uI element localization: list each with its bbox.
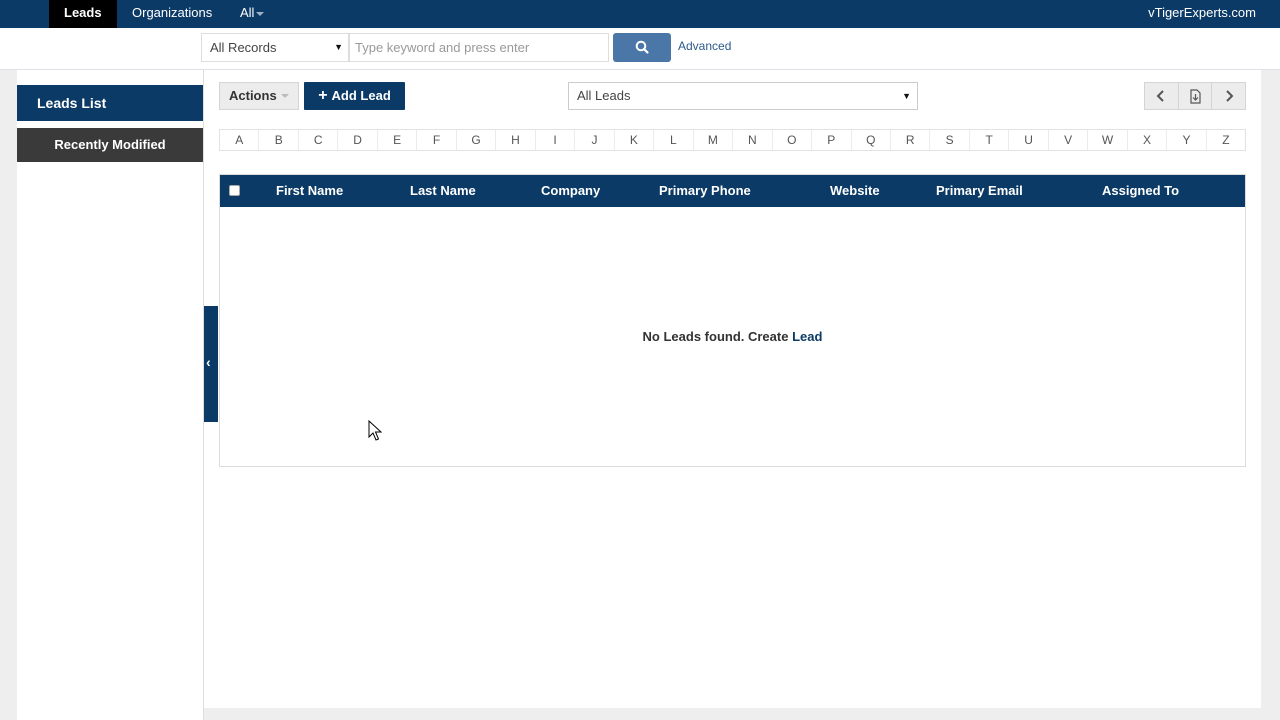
alphabet-letter-v[interactable]: V (1049, 130, 1089, 150)
actions-button[interactable]: Actions (219, 82, 299, 110)
records-select-value: All Records (210, 40, 277, 55)
alphabet-letter-b[interactable]: B (259, 130, 299, 150)
alphabet-letter-m[interactable]: M (694, 130, 734, 150)
alphabet-letter-p[interactable]: P (812, 130, 852, 150)
tab-all[interactable]: All (225, 0, 279, 28)
alphabet-letter-c[interactable]: C (299, 130, 339, 150)
empty-state-message: No Leads found. Create Lead (220, 329, 1245, 344)
search-icon (635, 40, 649, 54)
column-header-assigned-to[interactable]: Assigned To (1102, 175, 1179, 207)
dropdown-arrow-icon: ▼ (334, 42, 343, 52)
alphabet-letter-i[interactable]: I (536, 130, 576, 150)
pagination (1144, 82, 1246, 110)
alphabet-letter-d[interactable]: D (338, 130, 378, 150)
alphabet-letter-h[interactable]: H (496, 130, 536, 150)
dropdown-arrow-icon: ▼ (902, 91, 911, 101)
alphabet-letter-l[interactable]: L (654, 130, 694, 150)
alphabet-letter-x[interactable]: X (1128, 130, 1168, 150)
sidebar-item-recently-modified[interactable]: Recently Modified (17, 128, 203, 162)
search-input[interactable] (349, 33, 609, 62)
alphabet-letter-o[interactable]: O (773, 130, 813, 150)
column-header-last-name[interactable]: Last Name (410, 175, 476, 207)
alphabet-letter-j[interactable]: J (575, 130, 615, 150)
tab-organizations[interactable]: Organizations (117, 0, 227, 28)
column-header-first-name[interactable]: First Name (276, 175, 343, 207)
advanced-search-link[interactable]: Advanced (678, 39, 731, 53)
chevron-down-icon (256, 11, 265, 16)
page-body: Leads List Recently Modified Actions + Ad… (0, 70, 1280, 720)
alphabet-letter-u[interactable]: U (1009, 130, 1049, 150)
alphabet-letter-a[interactable]: A (220, 130, 260, 150)
alphabet-letter-s[interactable]: S (930, 130, 970, 150)
collapse-sidebar-button[interactable]: ‹ (204, 306, 218, 422)
export-icon (1190, 89, 1201, 104)
add-lead-label: Add Lead (331, 88, 391, 103)
tab-all-label: All (240, 5, 255, 20)
column-header-primary-email[interactable]: Primary Email (936, 175, 1023, 207)
table-header: First Name Last Name Company Primary Pho… (220, 175, 1245, 207)
plus-icon: + (318, 87, 328, 104)
create-lead-link[interactable]: Lead (792, 329, 822, 344)
chevron-right-icon (1225, 90, 1234, 102)
chevron-left-icon (1156, 90, 1165, 102)
select-all-checkbox[interactable] (229, 185, 240, 196)
alphabet-filter: ABCDEFGHIJKLMNOPQRSTUVWXYZ (219, 129, 1246, 151)
sidebar: Leads List Recently Modified (17, 70, 203, 720)
alphabet-letter-z[interactable]: Z (1207, 130, 1245, 150)
alphabet-letter-q[interactable]: Q (852, 130, 891, 150)
export-button[interactable] (1179, 83, 1213, 109)
alphabet-letter-f[interactable]: F (417, 130, 457, 150)
brand-link[interactable]: vTigerExperts.com (1148, 0, 1256, 26)
column-header-website[interactable]: Website (830, 175, 880, 207)
sidebar-item-leads-list[interactable]: Leads List (17, 85, 203, 121)
actions-button-label: Actions (229, 88, 277, 103)
add-lead-button[interactable]: + Add Lead (304, 82, 405, 110)
chevron-down-icon (281, 94, 289, 98)
view-filter-value: All Leads (577, 88, 631, 103)
main-content: Actions + Add Lead All Leads ▼ ABCDEFGHIJ… (204, 70, 1261, 708)
records-select[interactable]: All Records ▼ (201, 33, 349, 62)
tab-leads[interactable]: Leads (49, 0, 117, 28)
alphabet-letter-r[interactable]: R (891, 130, 931, 150)
alphabet-letter-y[interactable]: Y (1167, 130, 1207, 150)
alphabet-letter-k[interactable]: K (615, 130, 655, 150)
search-button[interactable] (613, 33, 671, 62)
alphabet-letter-n[interactable]: N (733, 130, 773, 150)
column-header-company[interactable]: Company (541, 175, 600, 207)
view-filter-select[interactable]: All Leads ▼ (568, 82, 918, 110)
alphabet-letter-t[interactable]: T (970, 130, 1010, 150)
search-bar: All Records ▼ Advanced (0, 28, 1280, 70)
column-header-primary-phone[interactable]: Primary Phone (659, 175, 751, 207)
empty-state-text: No Leads found. Create (642, 329, 789, 344)
alphabet-letter-g[interactable]: G (457, 130, 497, 150)
previous-page-button[interactable] (1145, 83, 1179, 109)
chevron-left-icon: ‹ (206, 354, 211, 370)
top-navigation: Leads Organizations All vTigerExperts.co… (0, 0, 1280, 28)
alphabet-letter-w[interactable]: W (1088, 130, 1128, 150)
mouse-cursor-icon (368, 420, 382, 441)
next-page-button[interactable] (1212, 83, 1245, 109)
alphabet-letter-e[interactable]: E (378, 130, 418, 150)
